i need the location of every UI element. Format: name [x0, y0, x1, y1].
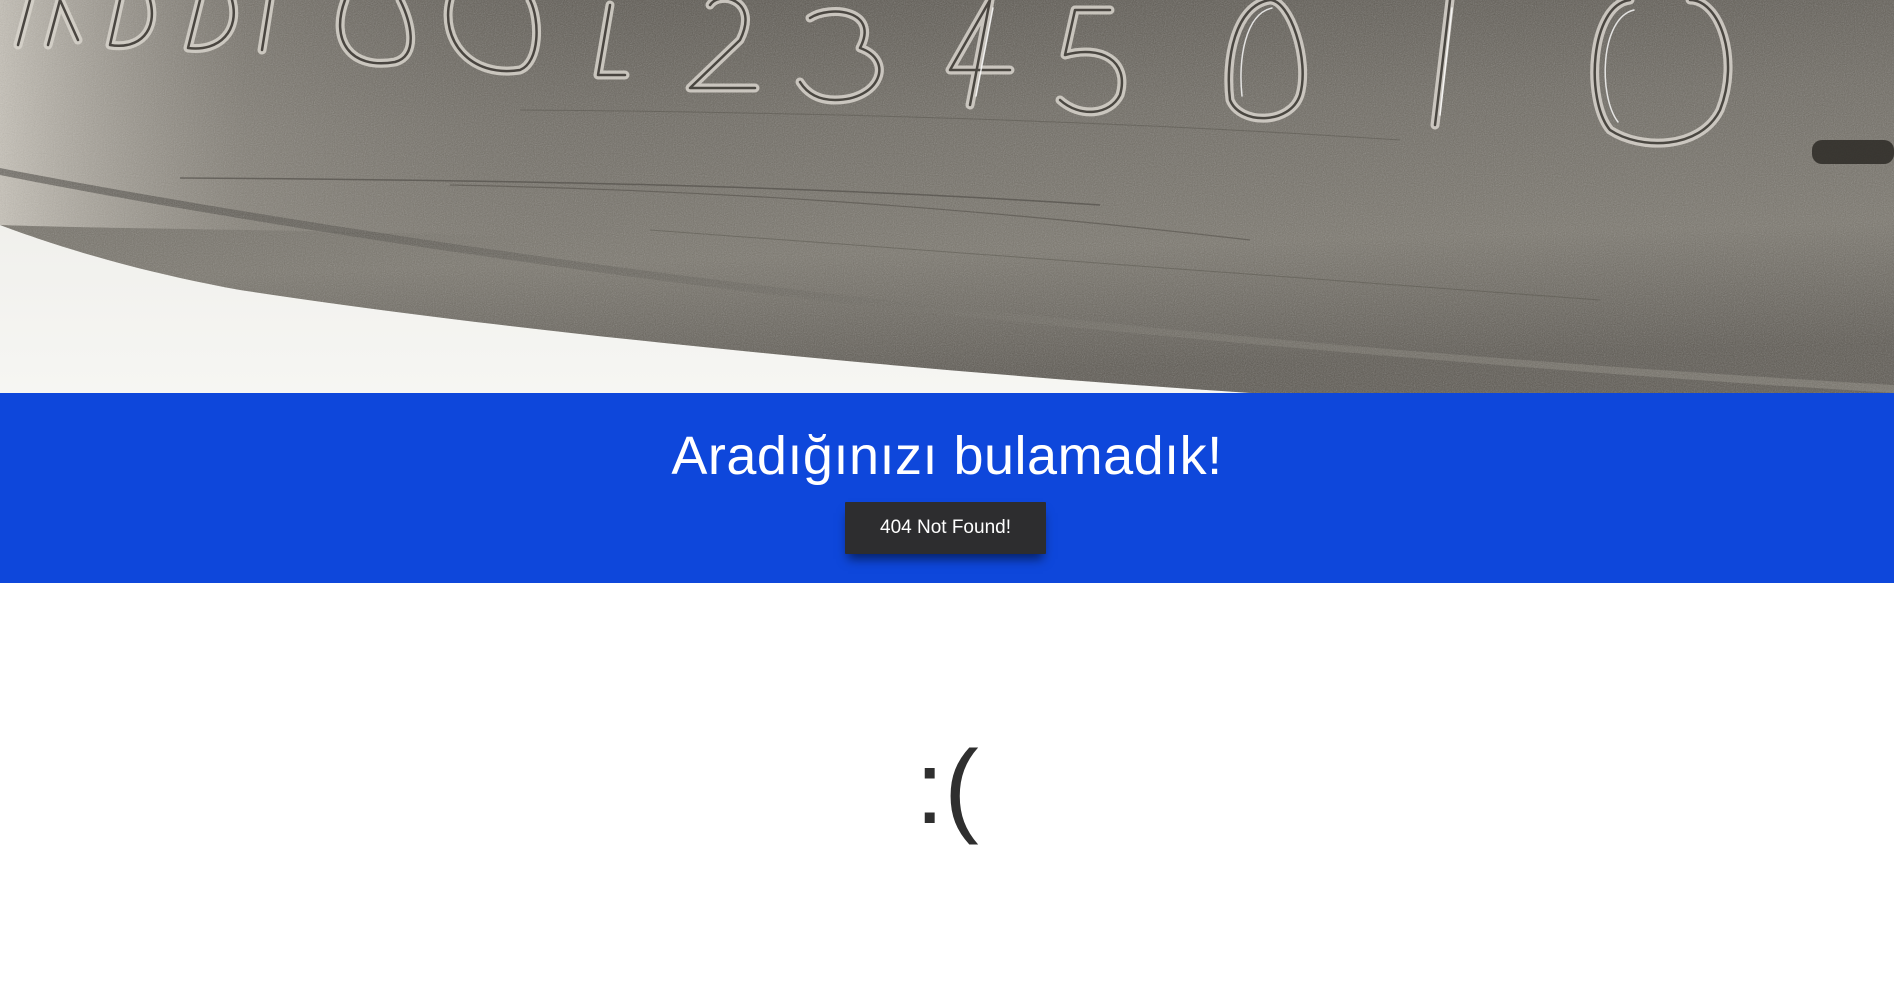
error-banner: Aradığınızı bulamadık! 404 Not Found! [0, 393, 1894, 583]
embossed-metal-photo [0, 0, 1894, 393]
sad-face-emoticon: :( [915, 730, 979, 846]
not-found-button[interactable]: 404 Not Found! [845, 502, 1046, 554]
hero-image [0, 0, 1894, 393]
page-title: Aradığınızı bulamadık! [671, 426, 1223, 486]
page: Aradığınızı bulamadık! 404 Not Found! :( [0, 0, 1894, 1004]
